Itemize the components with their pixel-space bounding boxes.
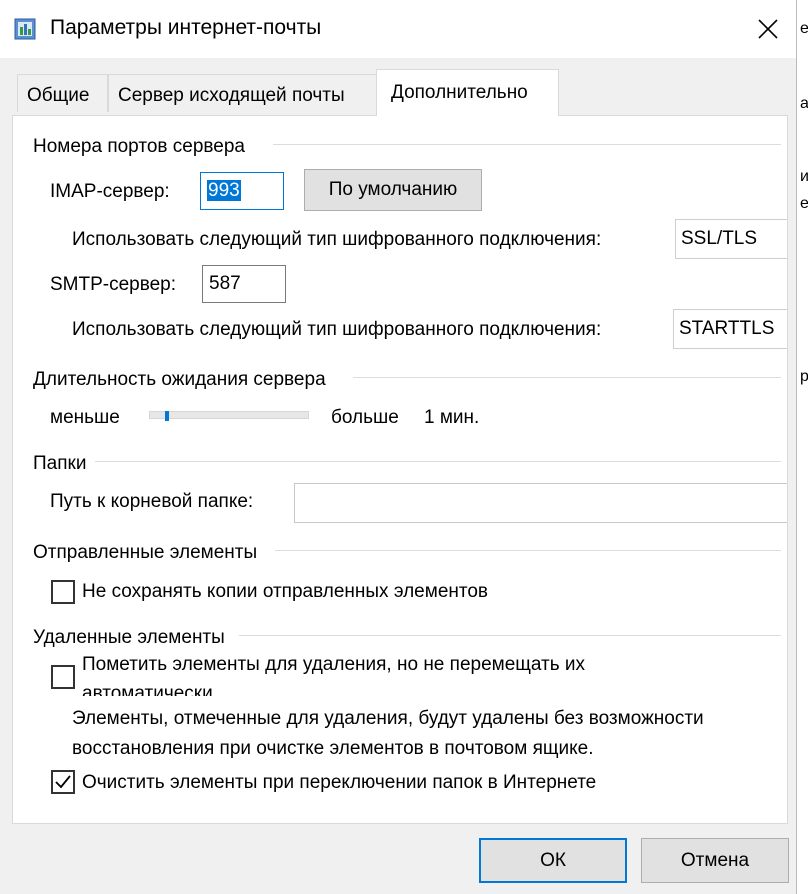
smtp-port-input[interactable]: 587 xyxy=(202,265,286,303)
background-char: е xyxy=(800,20,808,37)
mail-settings-icon xyxy=(12,15,40,43)
ok-button[interactable]: ОК xyxy=(479,838,627,883)
group-divider xyxy=(239,635,781,636)
deletion-info-line2: восстановления при очистке элементов в п… xyxy=(72,738,594,759)
group-divider xyxy=(273,144,781,145)
smtp-encryption-select[interactable]: STARTTLS xyxy=(673,309,787,349)
imap-encryption-label: Использовать следующий тип шифрованного … xyxy=(72,229,602,250)
group-divider xyxy=(275,550,781,551)
close-icon xyxy=(758,19,778,39)
root-folder-input[interactable] xyxy=(294,483,787,523)
window-title: Параметры интернет-почты xyxy=(50,16,322,39)
mark-for-deletion-checkbox[interactable] xyxy=(51,665,75,689)
root-folder-label: Путь к корневой папке: xyxy=(50,491,254,512)
purge-on-switch-label[interactable]: Очистить элементы при переключении папок… xyxy=(82,772,645,794)
background-char: и xyxy=(800,168,808,185)
imap-port-value: 993 xyxy=(207,180,241,201)
timeout-less-label: меньше xyxy=(50,407,120,428)
deleted-items-group-title: Удаленные элементы xyxy=(33,627,229,649)
mark-for-deletion-label[interactable]: Пометить элементы для удаления, но не пе… xyxy=(82,650,662,696)
advanced-panel: Номера портов сервера IMAP-сервер: 993 П… xyxy=(12,115,788,824)
smtp-label: SMTP-сервер: xyxy=(50,274,177,295)
deletion-info-line1: Элементы, отмеченные для удаления, будут… xyxy=(72,708,704,729)
timeout-group-title: Длительность ожидания сервера xyxy=(33,369,330,391)
group-divider xyxy=(95,461,781,462)
smtp-encryption-label: Использовать следующий тип шифрованного … xyxy=(72,319,602,340)
server-ports-group-title: Номера портов сервера xyxy=(33,136,249,158)
sent-items-group-title: Отправленные элементы xyxy=(33,542,262,564)
tab-outgoing-server[interactable]: Сервер исходящей почты xyxy=(108,74,377,112)
background-char: а xyxy=(800,95,808,112)
background-window-strip xyxy=(796,0,808,894)
no-sent-copies-label[interactable]: Не сохранять копии отправленных элементо… xyxy=(82,581,520,603)
imap-port-input[interactable]: 993 xyxy=(200,172,284,210)
cancel-button[interactable]: Отмена xyxy=(641,838,789,883)
purge-on-switch-checkbox[interactable] xyxy=(51,770,75,794)
tab-advanced[interactable]: Дополнительно xyxy=(376,69,559,116)
background-char: е xyxy=(800,195,808,212)
timeout-slider-thumb[interactable] xyxy=(164,411,169,421)
timeout-slider[interactable] xyxy=(149,411,309,419)
use-defaults-button[interactable]: По умолчанию xyxy=(304,169,482,211)
checkmark-icon xyxy=(55,775,71,789)
timeout-value: 1 мин. xyxy=(424,407,480,428)
timeout-more-label: больше xyxy=(331,407,399,428)
imap-label: IMAP-сервер: xyxy=(50,181,170,202)
no-sent-copies-checkbox[interactable] xyxy=(51,580,75,604)
close-button[interactable] xyxy=(742,6,794,52)
imap-encryption-select[interactable]: SSL/TLS xyxy=(675,219,787,259)
group-divider xyxy=(353,377,781,378)
folders-group-title: Папки xyxy=(33,453,91,475)
mark-for-deletion-line2: автоматически xyxy=(82,683,213,696)
background-char: р xyxy=(800,368,808,385)
tab-general[interactable]: Общие xyxy=(17,74,108,112)
mark-for-deletion-line1: Пометить элементы для удаления, но не пе… xyxy=(82,654,586,675)
